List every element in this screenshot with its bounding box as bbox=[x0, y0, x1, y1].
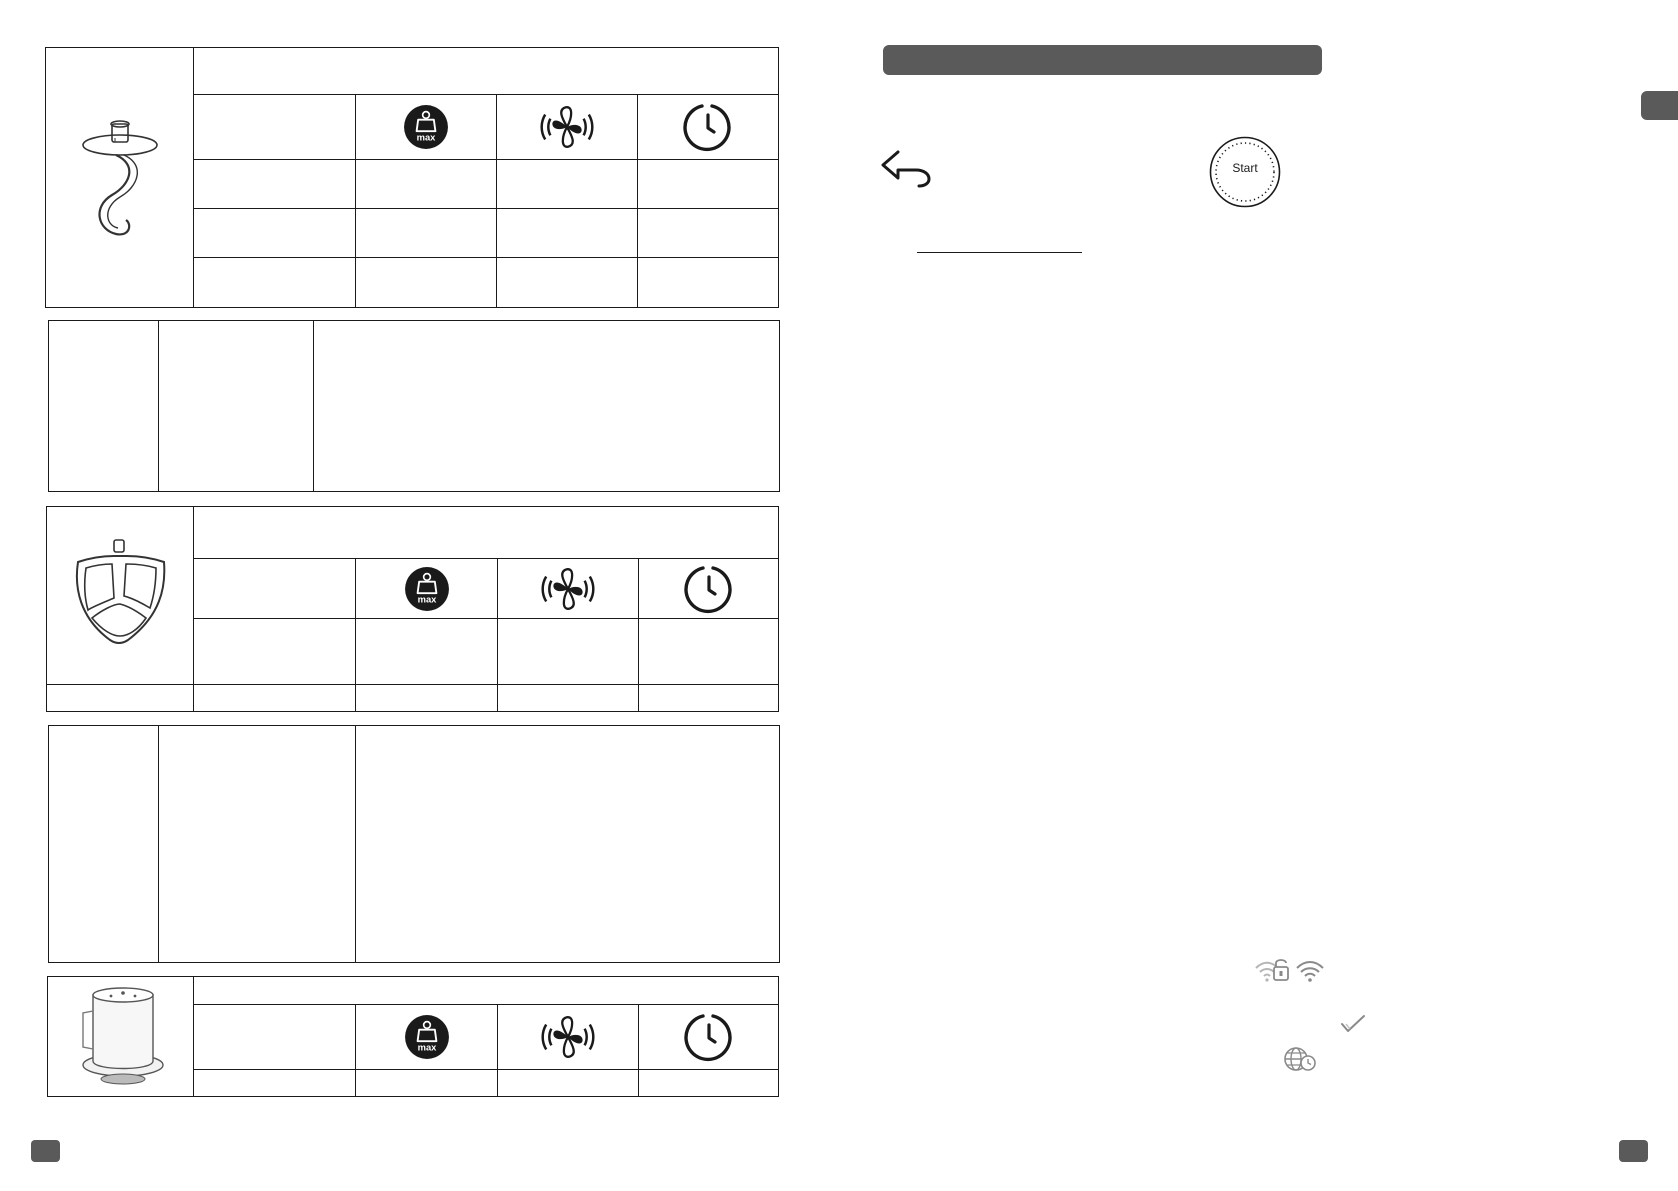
underline-rule bbox=[917, 252, 1082, 253]
page-number-tab-right bbox=[1619, 1140, 1648, 1162]
speed-icon bbox=[541, 1014, 595, 1060]
flat-beater-image-cell bbox=[46, 506, 194, 685]
table-cell bbox=[496, 208, 638, 258]
label-cell bbox=[193, 558, 356, 619]
dough-hook-table bbox=[45, 47, 779, 308]
language-edge-tab bbox=[1641, 91, 1678, 120]
table-cell bbox=[193, 684, 356, 712]
back-arrow-icon bbox=[881, 150, 931, 188]
table-cell bbox=[46, 684, 194, 712]
lock-icon bbox=[1273, 959, 1289, 981]
info-table-1 bbox=[48, 320, 780, 492]
table-cell bbox=[637, 257, 779, 308]
weight-max-icon bbox=[404, 1014, 450, 1060]
speed-header-cell bbox=[497, 558, 639, 619]
table-cell bbox=[193, 159, 356, 209]
flat-beater-table bbox=[46, 506, 779, 712]
table-cell bbox=[355, 618, 498, 685]
table-cell bbox=[193, 618, 356, 685]
table-cell bbox=[497, 618, 639, 685]
label-cell bbox=[193, 1004, 356, 1070]
flat-beater-title-cell bbox=[193, 506, 779, 559]
timer-icon bbox=[684, 1012, 734, 1062]
label-cell bbox=[193, 94, 356, 160]
check-icon bbox=[1341, 1015, 1365, 1032]
timer-icon bbox=[683, 102, 733, 152]
globe-clock-icon bbox=[1284, 1047, 1316, 1071]
table-cell bbox=[497, 684, 639, 712]
weight-header-cell bbox=[355, 94, 497, 160]
speed-icon bbox=[541, 566, 595, 612]
timer-header-cell bbox=[638, 558, 779, 619]
bowl-accessory-table bbox=[47, 976, 779, 1097]
bowl-accessory-illustration bbox=[81, 987, 164, 1085]
table-cell bbox=[638, 684, 779, 712]
timer-header-cell bbox=[637, 94, 779, 160]
speed-icon bbox=[540, 104, 594, 150]
table-cell bbox=[355, 257, 497, 308]
section-header-bar bbox=[883, 45, 1322, 75]
flat-beater-illustration bbox=[75, 539, 166, 644]
speed-header-cell bbox=[497, 1004, 639, 1070]
table-cell bbox=[355, 684, 498, 712]
bowl-image-cell bbox=[47, 976, 194, 1097]
table-cell bbox=[355, 208, 497, 258]
table-cell bbox=[158, 320, 314, 492]
table-cell bbox=[638, 1069, 779, 1097]
start-button-label: Start bbox=[1232, 161, 1258, 175]
info-table-2 bbox=[48, 725, 780, 963]
table-cell bbox=[48, 725, 159, 963]
start-button[interactable]: Start bbox=[1209, 136, 1281, 208]
weight-max-icon bbox=[403, 104, 449, 150]
table-cell bbox=[637, 208, 779, 258]
table-cell bbox=[48, 320, 159, 492]
weight-header-cell bbox=[355, 1004, 498, 1070]
table-cell bbox=[638, 618, 779, 685]
dough-hook-illustration bbox=[81, 120, 158, 236]
weight-header-cell bbox=[355, 558, 498, 619]
dough-hook-title-cell bbox=[193, 47, 779, 95]
table-cell bbox=[355, 1069, 498, 1097]
bowl-title-cell bbox=[193, 976, 779, 1005]
timer-header-cell bbox=[638, 1004, 779, 1070]
table-cell bbox=[313, 320, 780, 492]
dough-hook-image-cell bbox=[45, 47, 194, 308]
table-cell bbox=[496, 159, 638, 209]
page-number-tab-left bbox=[31, 1140, 60, 1162]
table-cell bbox=[158, 725, 356, 963]
table-cell bbox=[496, 257, 638, 308]
wifi-icon bbox=[1296, 961, 1324, 982]
table-cell bbox=[497, 1069, 639, 1097]
table-cell bbox=[193, 208, 356, 258]
table-cell bbox=[355, 725, 780, 963]
speed-header-cell bbox=[496, 94, 638, 160]
table-cell bbox=[193, 257, 356, 308]
table-cell bbox=[355, 159, 497, 209]
timer-icon bbox=[684, 564, 734, 614]
table-cell bbox=[637, 159, 779, 209]
table-cell bbox=[193, 1069, 356, 1097]
weight-max-icon bbox=[404, 566, 450, 612]
